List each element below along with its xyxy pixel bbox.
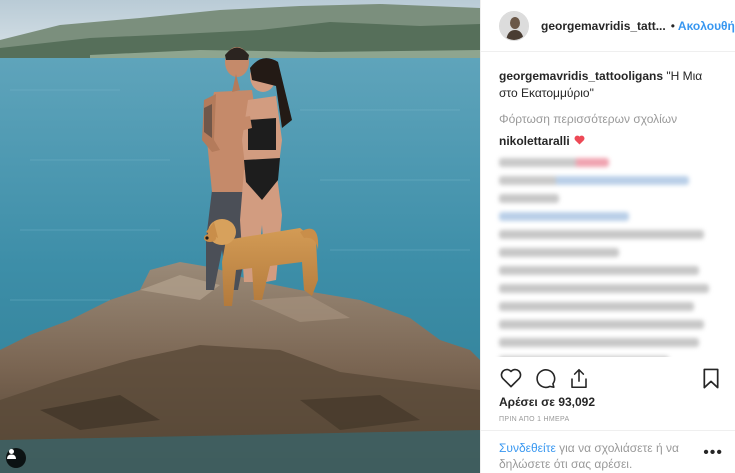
- header-separator: •: [670, 18, 675, 33]
- caption-username[interactable]: georgemavridis_tattooligans: [499, 69, 663, 83]
- post-author-username[interactable]: georgemavridis_tatt...: [541, 19, 666, 33]
- follow-button[interactable]: Ακολουθήστε: [678, 19, 735, 33]
- user-tag-icon[interactable]: [6, 448, 26, 468]
- login-link[interactable]: Συνδεθείτε: [499, 441, 556, 455]
- post-header: georgemavridis_tatt... • Ακολουθήστε: [481, 0, 735, 52]
- avatar[interactable]: [499, 10, 529, 41]
- heart-filled-icon: [574, 134, 585, 148]
- comment-item: nikolettaralli: [499, 134, 717, 148]
- load-more-comments-button[interactable]: Φόρτωση περισσότερων σχολίων: [499, 112, 717, 126]
- comment-bubble-icon[interactable]: [533, 366, 557, 390]
- comment-username[interactable]: nikolettaralli: [499, 134, 570, 148]
- bookmark-icon[interactable]: [699, 366, 723, 390]
- post-photo[interactable]: [0, 0, 480, 473]
- post-actions: [499, 365, 723, 391]
- share-upload-icon[interactable]: [567, 366, 591, 390]
- blurred-comments: [499, 158, 717, 357]
- photo-scene: [0, 0, 480, 473]
- comments-area: georgemavridis_tattooligans "Η Μια στο Ε…: [481, 52, 735, 357]
- heart-outline-icon[interactable]: [499, 366, 523, 390]
- post-caption: georgemavridis_tattooligans "Η Μια στο Ε…: [499, 68, 717, 102]
- post-timestamp[interactable]: ΠΡΙΝ ΑΠΟ 1 ΗΜΕΡΑ: [499, 416, 569, 423]
- like-count[interactable]: Αρέσει σε 93,092: [499, 395, 595, 409]
- post-side-panel: georgemavridis_tatt... • Ακολουθήστε geo…: [480, 0, 735, 473]
- more-options-icon[interactable]: •••: [703, 445, 723, 461]
- login-prompt: Συνδεθείτε για να σχολιάσετε ή να δηλώσε…: [481, 430, 735, 472]
